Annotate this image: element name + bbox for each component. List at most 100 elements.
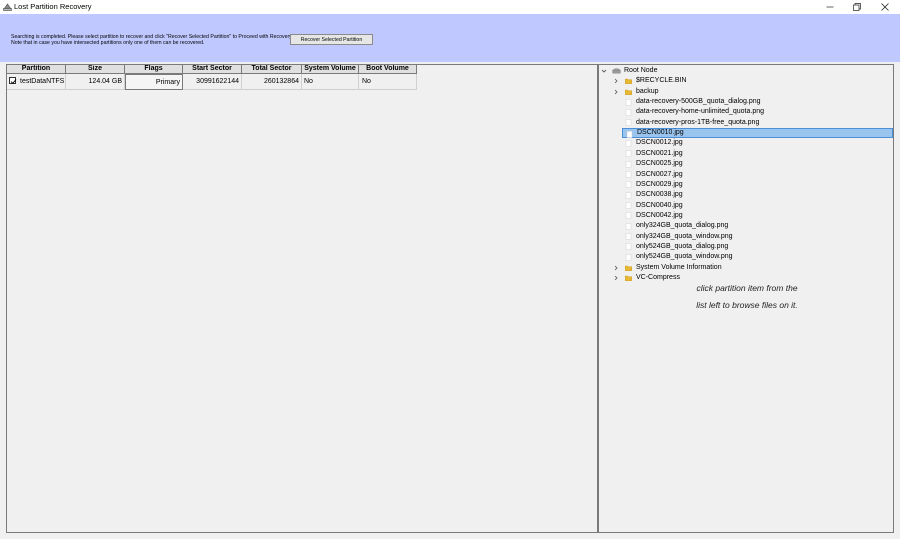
- file-icon: [625, 191, 632, 199]
- tree-file-item[interactable]: only524GB_quota_window.png: [599, 252, 893, 262]
- file-icon: [625, 253, 632, 261]
- chevron-down-icon[interactable]: [601, 66, 607, 76]
- tree-item-label: only324GB_quota_dialog.png: [636, 222, 729, 230]
- tree-item-label: DSCN0042.jpg: [636, 211, 683, 219]
- drive-icon: [612, 68, 621, 74]
- file-icon: [625, 222, 632, 230]
- tree-file-item[interactable]: data-recovery-pros-1TB-free_quota.png: [599, 118, 893, 128]
- partition-list-panel: Partition Size Flags Start Sector Total …: [6, 64, 598, 533]
- file-icon: [625, 119, 632, 127]
- tree-file-item[interactable]: DSCN0029.jpg: [599, 180, 893, 190]
- hint-line-2: list left to browse files on it.: [696, 300, 798, 310]
- tree-file-item[interactable]: only524GB_quota_dialog.png: [599, 242, 893, 252]
- tree-root-node[interactable]: Root Node: [599, 66, 893, 76]
- chevron-right-icon[interactable]: [613, 76, 619, 86]
- tree-item-label: DSCN0027.jpg: [636, 170, 683, 178]
- file-icon: [626, 130, 633, 138]
- title-bar: Lost Partition Recovery: [0, 0, 900, 14]
- window-title: Lost Partition Recovery: [14, 2, 92, 11]
- tree-item-label: data-recovery-500GB_quota_dialog.png: [636, 98, 761, 106]
- chevron-right-icon[interactable]: [613, 273, 619, 283]
- partition-size-cell: 124.04 GB: [66, 74, 125, 90]
- tree-file-item[interactable]: DSCN0040.jpg: [599, 201, 893, 211]
- tree-file-item[interactable]: DSCN0025.jpg: [599, 159, 893, 169]
- partition-flags-cell[interactable]: Primary: [125, 74, 183, 90]
- tree-file-item[interactable]: DSCN0010.jpg: [622, 128, 893, 139]
- recover-selected-partition-button[interactable]: Recover Selected Partition: [290, 34, 373, 45]
- folder-icon: [625, 265, 632, 271]
- tree-root-label: Root Node: [624, 67, 658, 74]
- tree-item-label: DSCN0012.jpg: [636, 139, 683, 147]
- chevron-right-icon[interactable]: [613, 87, 619, 97]
- tree-folder-item[interactable]: $RECYCLE.BIN: [599, 76, 893, 86]
- file-icon: [625, 150, 632, 158]
- minimize-button[interactable]: [816, 0, 844, 14]
- maximize-button[interactable]: [843, 0, 871, 14]
- tree-item-label: $RECYCLE.BIN: [636, 77, 687, 85]
- column-header-size[interactable]: Size: [66, 65, 125, 74]
- partition-name-cell[interactable]: testDataNTFS: [7, 74, 66, 90]
- partition-start-sector-cell: 30991622144: [183, 74, 242, 90]
- partition-system-volume-cell: No: [302, 74, 359, 90]
- folder-icon: [625, 89, 632, 95]
- close-button[interactable]: [871, 0, 899, 14]
- tree-folder-item[interactable]: backup: [599, 87, 893, 97]
- tree-file-item[interactable]: DSCN0027.jpg: [599, 170, 893, 180]
- tree-item-label: VC-Compress: [636, 274, 680, 281]
- file-icon: [625, 233, 632, 240]
- tree-file-item[interactable]: DSCN0042.jpg: [599, 211, 893, 221]
- folder-icon: [625, 78, 632, 85]
- tree-file-item[interactable]: only324GB_quota_dialog.png: [599, 221, 893, 231]
- maximize-icon: [853, 3, 861, 11]
- file-icon: [625, 140, 632, 147]
- folder-icon: [625, 275, 632, 281]
- tree-folder-item[interactable]: System Volume Information: [599, 263, 893, 273]
- tree-item-label: DSCN0025.jpg: [636, 160, 683, 168]
- instruction-note: Note that in case you have intersected p…: [11, 40, 205, 46]
- chevron-right-icon[interactable]: [613, 263, 619, 273]
- column-header-flags[interactable]: Flags: [125, 65, 183, 74]
- column-header-total-sector[interactable]: Total Sector: [242, 65, 302, 74]
- tree-item-label: only524GB_quota_window.png: [636, 253, 733, 261]
- column-header-partition[interactable]: Partition: [7, 65, 66, 74]
- instructions-area: Searching is completed. Please select pa…: [0, 14, 900, 62]
- hint-line-1: click partition item from the: [696, 283, 798, 293]
- partition-checkbox[interactable]: [9, 76, 17, 84]
- tree-item-label: data-recovery-home-unlimited_quota.png: [636, 108, 765, 116]
- tree-file-item[interactable]: DSCN0038.jpg: [599, 190, 893, 200]
- column-header-system-volume[interactable]: System Volume: [302, 65, 359, 74]
- file-icon: [625, 98, 632, 106]
- file-icon: [625, 171, 632, 178]
- partition-boot-volume-cell: No: [359, 74, 417, 90]
- tree-item-label: DSCN0040.jpg: [636, 201, 683, 209]
- disk-icon: [3, 3, 12, 11]
- partition-name: testDataNTFS: [20, 78, 65, 85]
- tree-item-label: DSCN0021.jpg: [636, 149, 683, 157]
- file-tree-panel: Root Node $RECYCLE.BIN backup data-recovery…: [598, 64, 894, 533]
- file-icon: [625, 109, 632, 116]
- checkmark-icon: [10, 78, 17, 84]
- file-icon: [625, 202, 632, 209]
- tree-item-label: only524GB_quota_dialog.png: [636, 242, 729, 250]
- tree-file-item[interactable]: data-recovery-500GB_quota_dialog.png: [599, 97, 893, 107]
- table-row[interactable]: testDataNTFS 124.04 GB Primary 309916221…: [7, 74, 417, 90]
- tree-file-item[interactable]: only324GB_quota_window.png: [599, 232, 893, 242]
- file-icon: [625, 243, 632, 251]
- tree-item-label: only324GB_quota_window.png: [636, 232, 733, 240]
- close-icon: [881, 3, 889, 11]
- file-icon: [625, 181, 632, 189]
- tree-folder-item[interactable]: VC-Compress: [599, 273, 893, 283]
- tree-item-label: DSCN0029.jpg: [636, 180, 683, 188]
- column-header-start-sector[interactable]: Start Sector: [183, 65, 242, 74]
- partition-table-header: Partition Size Flags Start Sector Total …: [7, 65, 417, 74]
- tree-item-label: data-recovery-pros-1TB-free_quota.png: [636, 118, 760, 126]
- tree-file-item[interactable]: data-recovery-home-unlimited_quota.png: [599, 107, 893, 117]
- tree-file-item[interactable]: DSCN0021.jpg: [599, 149, 893, 159]
- partition-total-sector-cell: 260132864: [242, 74, 302, 90]
- tree-item-label: System Volume Information: [636, 263, 722, 271]
- column-header-boot-volume[interactable]: Boot Volume: [359, 65, 417, 74]
- tree-item-label: DSCN0038.jpg: [636, 191, 683, 199]
- tree-file-item[interactable]: DSCN0012.jpg: [599, 138, 893, 148]
- tree-item-label: DSCN0010.jpg: [637, 129, 684, 137]
- file-icon: [625, 212, 632, 220]
